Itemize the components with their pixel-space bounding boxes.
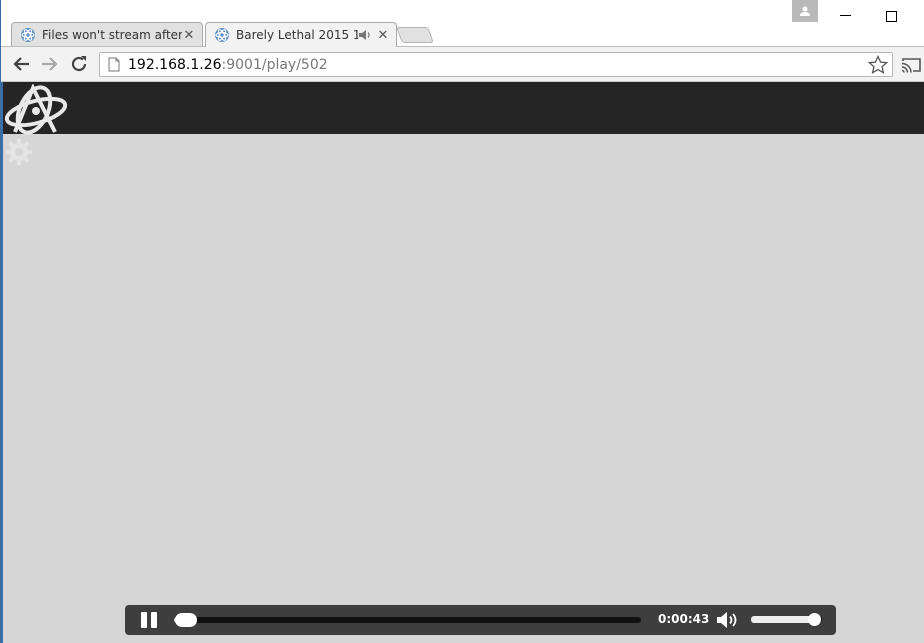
browser-toolbar: 192.168.1.26:9001/play/502 [1, 46, 924, 82]
seek-bar[interactable] [174, 613, 641, 627]
close-tab-icon[interactable]: ✕ [182, 28, 196, 43]
url-host: 192.168.1.26 [128, 56, 222, 73]
atom-logo-icon [21, 28, 35, 42]
speaker-icon[interactable] [716, 610, 740, 630]
tab-title: Files won't stream after so [42, 28, 182, 42]
pause-button[interactable] [140, 612, 158, 628]
volume-slider[interactable] [751, 613, 822, 626]
url-text: 192.168.1.26:9001/play/502 [128, 57, 328, 73]
page-icon [108, 57, 120, 72]
tab-title: Barely Lethal 2015 1080 [236, 28, 358, 42]
new-tab-button[interactable] [396, 27, 434, 43]
tab-barely-lethal[interactable]: Barely Lethal 2015 1080 ✕ [205, 22, 397, 47]
page-body [0, 134, 924, 643]
volume-level [751, 616, 815, 623]
cast-icon[interactable] [900, 57, 922, 73]
arrow-left-icon [13, 57, 29, 71]
person-icon [800, 6, 810, 16]
close-tab-icon[interactable]: ✕ [376, 28, 390, 43]
seek-handle[interactable] [175, 613, 198, 627]
reload-button[interactable] [69, 54, 89, 74]
pause-icon [151, 612, 157, 628]
tab-files-wont-stream[interactable]: Files won't stream after so ✕ [11, 22, 203, 47]
arrow-right-icon [42, 57, 58, 71]
maximize-button[interactable] [886, 11, 897, 22]
url-path: :9001/play/502 [221, 56, 328, 73]
app-header [0, 82, 924, 134]
user-profile-button[interactable] [792, 0, 818, 22]
volume-handle[interactable] [807, 613, 821, 626]
bookmark-star-icon[interactable] [868, 55, 888, 75]
browser-chrome: Files won't stream after so ✕ Barely Let… [0, 0, 924, 82]
elapsed-time: 0:00:43 [658, 612, 710, 626]
forward-button[interactable] [40, 54, 60, 74]
reload-icon [71, 56, 87, 72]
minimize-button[interactable] [840, 15, 851, 16]
tab-strip: Files won't stream after so ✕ Barely Let… [1, 0, 924, 47]
address-bar[interactable]: 192.168.1.26:9001/play/502 [99, 52, 893, 77]
pause-icon [141, 612, 147, 628]
video-controls: 0:00:43 [125, 605, 836, 635]
gear-icon[interactable] [4, 137, 34, 167]
back-button[interactable] [11, 54, 31, 74]
atom-logo-icon[interactable] [3, 84, 69, 136]
audio-playing-icon[interactable] [358, 28, 372, 42]
atom-logo-icon [215, 28, 229, 42]
